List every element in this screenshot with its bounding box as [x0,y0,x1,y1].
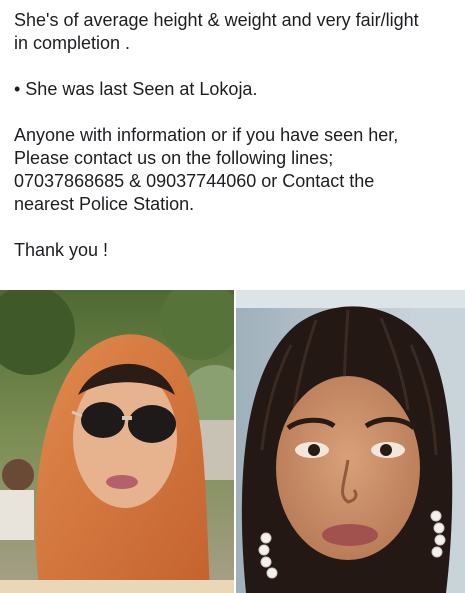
phone-numbers-line: 07037868685 & 09037744060 or Contact the [14,171,375,191]
photo-left[interactable] [0,290,234,593]
person-photo-icon [236,290,465,593]
post-text-line: Anyone with information or if you have s… [14,125,399,145]
photo-collage[interactable] [0,290,465,593]
post-text-line: in completion . [14,33,131,53]
photo-right[interactable] [236,290,465,593]
post-text-line: nearest Police Station. [14,194,195,214]
post-content: She's of average height & weight and ver… [0,0,465,593]
post-text-line: Please contact us on the following lines… [14,148,334,168]
post-text-line: She's of average height & weight and ver… [14,10,419,30]
person-photo-icon [0,290,234,593]
post-text-line: Thank you ! [14,240,109,260]
post-text-line: • She was last Seen at Lokoja. [14,79,258,99]
post-text: She's of average height & weight and ver… [14,9,454,262]
